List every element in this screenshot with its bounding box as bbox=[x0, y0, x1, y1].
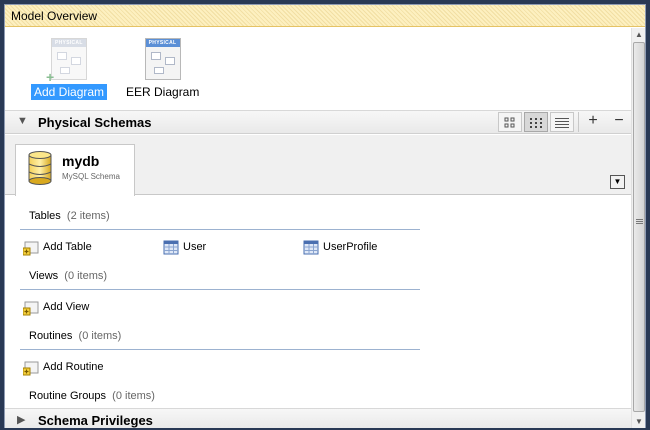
views-count: (0 items) bbox=[64, 270, 108, 282]
plus-icon: + bbox=[46, 69, 55, 85]
add-diagram-thumb-caption: PHYSICAL bbox=[52, 39, 87, 47]
physical-schemas-header[interactable]: ▼ Physical Schemas + − bbox=[5, 110, 631, 134]
schema-type: MySQL Schema bbox=[62, 172, 120, 181]
routine-groups-header: Routine Groups (0 items) bbox=[29, 390, 155, 402]
add-view-label: Add View bbox=[43, 301, 90, 313]
large-icons-icon bbox=[504, 117, 515, 128]
tables-label: Tables bbox=[29, 210, 61, 222]
overview-content: PHYSICAL + Add Diagram PHYSICAL EER Diag… bbox=[5, 28, 631, 428]
eer-diagram-thumb-caption: PHYSICAL bbox=[145, 39, 180, 47]
vertical-scrollbar[interactable]: ▲ ▼ bbox=[631, 28, 645, 428]
views-group-header: Views (0 items) bbox=[29, 270, 107, 282]
routine-groups-label: Routine Groups bbox=[29, 390, 107, 402]
eer-diagram-icon: PHYSICAL bbox=[144, 38, 181, 80]
group-divider bbox=[20, 289, 420, 290]
group-divider bbox=[20, 349, 420, 350]
list-icon bbox=[555, 117, 569, 128]
expand-arrow-icon[interactable]: ▶ bbox=[17, 413, 25, 426]
routines-count: (0 items) bbox=[78, 330, 122, 342]
tables-group-header: Tables (2 items) bbox=[29, 210, 110, 222]
table-icon bbox=[163, 240, 179, 255]
model-overview-window: Model Overview PHYSICAL + Add Diagram PH… bbox=[4, 4, 646, 428]
diagram-box-icon bbox=[153, 67, 164, 74]
add-schema-button[interactable]: + bbox=[581, 112, 605, 132]
add-diagram-label: Add Diagram bbox=[31, 84, 108, 100]
schema-tab-strip: mydb MySQL Schema ▼ bbox=[5, 135, 631, 196]
table-icon bbox=[303, 240, 319, 255]
toolbar-separator bbox=[578, 112, 579, 132]
eer-diagram-label: EER Diagram bbox=[126, 85, 200, 99]
schema-privileges-header[interactable]: ▶ Schema Privileges bbox=[5, 408, 631, 428]
collapse-arrow-icon[interactable]: ▼ bbox=[17, 115, 28, 127]
grip-icon bbox=[636, 219, 643, 225]
physical-schemas-title: Physical Schemas bbox=[38, 115, 152, 130]
routines-label: Routines bbox=[29, 330, 73, 342]
routine-groups-count: (0 items) bbox=[112, 390, 155, 402]
scrollbar-thumb[interactable] bbox=[633, 42, 645, 412]
diagram-box-icon bbox=[150, 52, 161, 60]
add-view-icon bbox=[23, 301, 39, 316]
routines-group-header: Routines (0 items) bbox=[29, 330, 121, 342]
schema-name: mydb bbox=[62, 153, 100, 169]
add-diagram-button[interactable]: PHYSICAL + Add Diagram bbox=[31, 38, 108, 100]
tables-count: (2 items) bbox=[66, 210, 110, 222]
window-title: Model Overview bbox=[11, 9, 98, 23]
diagram-box-icon bbox=[71, 57, 82, 65]
database-icon bbox=[28, 151, 52, 185]
view-mode-toolbar: + − bbox=[496, 112, 631, 132]
add-routine-icon bbox=[23, 361, 39, 376]
group-divider bbox=[20, 229, 420, 230]
schema-tab-mydb[interactable]: mydb MySQL Schema bbox=[15, 144, 135, 196]
schema-menu-dropdown-button[interactable]: ▼ bbox=[610, 175, 625, 189]
small-icons-icon bbox=[530, 117, 542, 128]
table-name: UserProfile bbox=[323, 241, 378, 253]
large-icons-view-button[interactable] bbox=[498, 112, 522, 132]
add-diagram-icon: PHYSICAL + bbox=[46, 38, 88, 85]
list-view-button[interactable] bbox=[550, 112, 574, 132]
eer-diagram-button[interactable]: PHYSICAL EER Diagram bbox=[123, 38, 202, 100]
diagram-box-icon bbox=[164, 57, 175, 65]
title-bar: Model Overview bbox=[5, 5, 645, 27]
add-routine-label: Add Routine bbox=[43, 361, 104, 373]
add-table-icon bbox=[23, 241, 39, 256]
scroll-up-icon[interactable]: ▲ bbox=[635, 30, 643, 39]
diagram-box-icon bbox=[57, 52, 68, 60]
add-table-label: Add Table bbox=[43, 241, 92, 253]
remove-schema-button[interactable]: − bbox=[607, 112, 631, 132]
small-icons-view-button[interactable] bbox=[524, 112, 548, 132]
diagram-box-icon bbox=[60, 67, 71, 74]
views-label: Views bbox=[29, 270, 59, 282]
schema-privileges-title: Schema Privileges bbox=[38, 413, 153, 428]
scroll-down-icon[interactable]: ▼ bbox=[635, 417, 643, 426]
table-name: User bbox=[183, 241, 207, 253]
